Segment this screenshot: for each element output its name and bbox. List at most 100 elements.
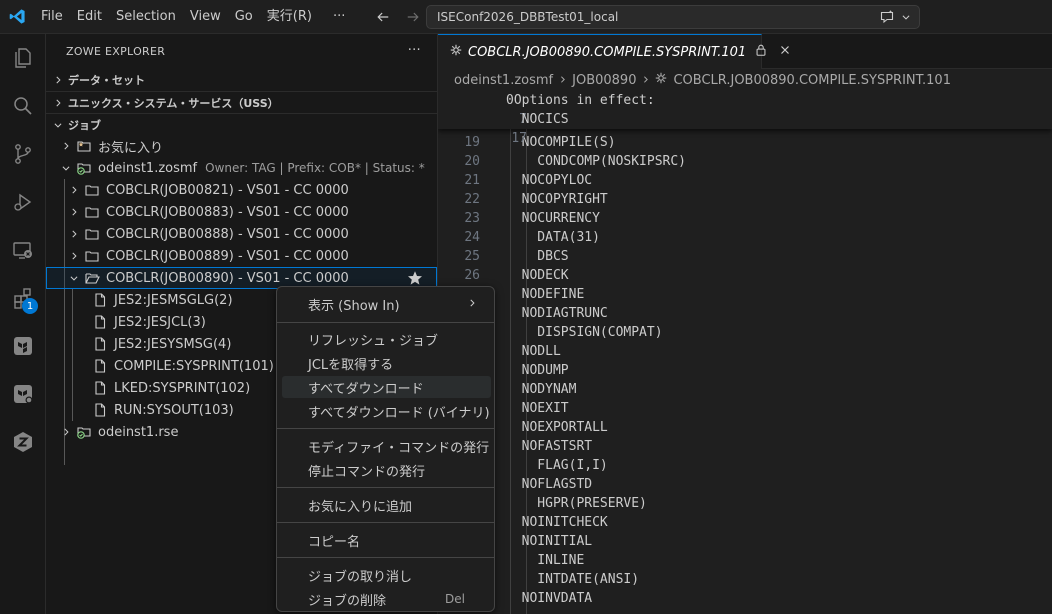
line-text: NOCICS — [506, 112, 569, 127]
code-line: NODIAGTRUNC — [438, 304, 1052, 323]
forward-arrow-icon[interactable] — [402, 6, 424, 28]
menu-selection[interactable]: Selection — [109, 0, 183, 34]
copilot-button[interactable] — [879, 8, 911, 26]
explorer-icon[interactable] — [0, 34, 46, 82]
sticky-scroll[interactable]: 7 0Options in effect: 17 NOCICS — [438, 91, 1052, 146]
code-line: 21 NOCOPYLOC — [438, 171, 1052, 190]
tree-favorites[interactable]: お気に入り — [46, 135, 437, 157]
tree-profile-zosmf[interactable]: odeinst1.zosmf Owner: TAG | Prefix: COB*… — [46, 157, 437, 179]
breadcrumb-profile[interactable]: odeinst1.zosmf — [454, 73, 553, 88]
menu-separator — [277, 487, 494, 488]
menu-edit[interactable]: Edit — [70, 0, 109, 34]
code-line: 24 DATA(31) — [438, 228, 1052, 247]
menu-separator — [277, 428, 494, 429]
tree-spool-label: JES2:JESMSGLG(2) — [114, 292, 233, 308]
line-text: NOCURRENCY — [506, 211, 600, 226]
remote-explorer-icon[interactable] — [0, 226, 46, 274]
menu-item-label: ジョブの削除 — [308, 593, 387, 609]
search-icon[interactable] — [0, 82, 46, 130]
run-debug-icon[interactable] — [0, 178, 46, 226]
back-arrow-icon[interactable] — [372, 6, 394, 28]
file-icon — [92, 314, 108, 330]
tree-job-00888[interactable]: COBCLR(JOB00888) - VS01 - CC 0000 — [46, 223, 437, 245]
line-text: NOEXPORTALL — [506, 420, 608, 435]
command-center-search[interactable]: ISEConf2026_DBBTest01_local — [426, 5, 920, 29]
tree-job-00821[interactable]: COBCLR(JOB00821) - VS01 - CC 0000 — [46, 179, 437, 201]
line-text: NODIAGTRUNC — [506, 306, 608, 321]
menu-item-issue-modify[interactable]: モディファイ・コマンドの発行 — [282, 435, 491, 457]
code-line: NODYNAM — [438, 380, 1052, 399]
menu-item-delete-job[interactable]: ジョブの削除 Del — [282, 588, 491, 610]
breadcrumb-file[interactable]: COBCLR.JOB00890.COMPILE.SYSPRINT.101 — [673, 73, 951, 88]
zowe-icon[interactable] — [0, 418, 46, 466]
tree-job-00889[interactable]: COBCLR(JOB00889) - VS01 - CC 0000 — [46, 245, 437, 267]
menu-item-label: リフレッシュ・ジョブ — [308, 333, 439, 349]
code-line: 20 CONDCOMP(NOSKIPSRC) — [438, 152, 1052, 171]
code-line: 19 NOCOMPILE(S) — [438, 133, 1052, 152]
tree-job-label: COBCLR(JOB00890) - VS01 - CC 0000 — [106, 270, 349, 286]
tree-spool-label: RUN:SYSOUT(103) — [114, 402, 234, 418]
menu-item-get-jcl[interactable]: JCLを取得する — [282, 352, 491, 374]
tree-profile-rse-label: odeinst1.rse — [98, 424, 179, 440]
tree-job-label: COBCLR(JOB00821) - VS01 - CC 0000 — [106, 182, 349, 198]
tree-job-00883[interactable]: COBCLR(JOB00883) - VS01 - CC 0000 — [46, 201, 437, 223]
tree-spool-label: JES2:JESYSMSG(4) — [114, 336, 232, 352]
line-text: NODUMP — [506, 363, 569, 378]
menu-go[interactable]: Go — [228, 0, 260, 34]
menu-item-add-favorite[interactable]: お気に入りに追加 — [282, 494, 491, 516]
extensions-badge: 1 — [22, 298, 38, 314]
context-menu: 表示 (Show In) リフレッシュ・ジョブ JCLを取得する すべてダウンロ… — [276, 286, 495, 612]
chevron-down-icon — [66, 270, 82, 286]
menu-item-refresh-job[interactable]: リフレッシュ・ジョブ — [282, 328, 491, 350]
menu-item-shortcut: Del — [445, 592, 465, 606]
menu-item-label: 表示 (Show In) — [308, 298, 400, 314]
menu-item-issue-stop[interactable]: 停止コマンドの発行 — [282, 459, 491, 481]
code-line: 25 DBCS — [438, 247, 1052, 266]
breadcrumb-job[interactable]: JOB00890 — [572, 73, 636, 88]
close-icon[interactable] — [778, 43, 792, 61]
chevron-right-icon — [66, 182, 82, 198]
menu-item-show-in[interactable]: 表示 (Show In) — [282, 293, 491, 315]
chevron-right-icon — [58, 424, 74, 440]
section-datasets[interactable]: データ・セット — [46, 69, 438, 91]
menu-item-download-all-binary[interactable]: すべてダウンロード (バイナリ) — [282, 400, 491, 422]
terraform-icon[interactable] — [0, 322, 46, 370]
menu-bar: File Edit Selection View Go 実行(R) ··· — [34, 0, 352, 34]
menu-item-label: 停止コマンドの発行 — [308, 464, 426, 480]
menu-view[interactable]: View — [183, 0, 228, 34]
line-text: NOFASTSRT — [506, 439, 593, 454]
section-uss[interactable]: ユニックス・システム・サービス（USS） — [46, 91, 438, 113]
menu-item-label: JCLを取得する — [308, 357, 394, 373]
file-icon — [92, 380, 108, 396]
menu-item-cancel-job[interactable]: ジョブの取り消し — [282, 564, 491, 586]
source-control-icon[interactable] — [0, 130, 46, 178]
chevron-right-icon — [58, 138, 74, 154]
extensions-icon[interactable]: 1 — [0, 274, 46, 322]
activity-bar: 1 — [0, 34, 46, 614]
menu-item-copy-name[interactable]: コピー名 — [282, 529, 491, 551]
code-line: NOFLAGSTD — [438, 475, 1052, 494]
menu-item-label: コピー名 — [308, 534, 361, 550]
tab-sysprint[interactable]: COBCLR.JOB00890.COMPILE.SYSPRINT.101 — [438, 34, 790, 69]
code-line: NODUMP — [438, 361, 1052, 380]
line-text: INTDATE(ANSI) — [506, 572, 640, 587]
menu-run[interactable]: 実行(R) — [260, 0, 319, 34]
code-editor[interactable]: 7 0Options in effect: 17 NOCICS 19 NOCOM… — [438, 91, 1052, 614]
menu-more[interactable]: ··· — [319, 0, 352, 34]
breadcrumb: odeinst1.zosmf JOB00890 COBCLR.JOB00890.… — [438, 69, 1052, 91]
code-line: INTDATE(ANSI) — [438, 570, 1052, 589]
terraform-cloud-icon[interactable] — [0, 370, 46, 418]
section-jobs[interactable]: ジョブ — [46, 113, 438, 135]
copilot-icon — [880, 10, 894, 24]
menu-item-label: すべてダウンロード — [308, 381, 424, 397]
sidebar-more-button[interactable]: ··· — [408, 43, 421, 58]
navigation-arrows — [372, 0, 424, 34]
favorites-folder-icon — [76, 138, 92, 154]
menu-file[interactable]: File — [34, 0, 70, 34]
code-line: NOFASTSRT — [438, 437, 1052, 456]
settings-file-icon — [655, 72, 667, 88]
tree-favorites-label: お気に入り — [98, 140, 164, 156]
line-number: 23 — [464, 211, 480, 226]
tree-job-label: COBCLR(JOB00888) - VS01 - CC 0000 — [106, 226, 349, 242]
menu-item-download-all[interactable]: すべてダウンロード — [282, 376, 491, 398]
